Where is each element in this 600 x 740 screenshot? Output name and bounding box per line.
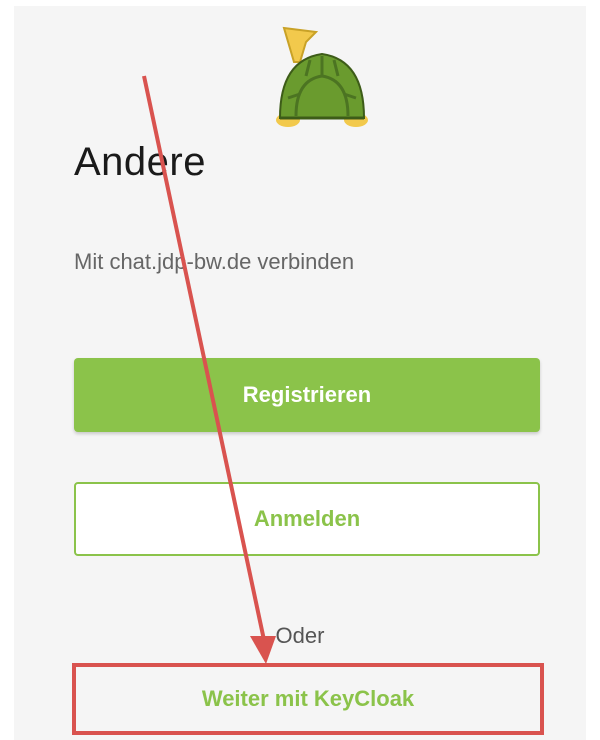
page-title: Andere bbox=[74, 140, 206, 184]
keycloak-button[interactable]: Weiter mit KeyCloak bbox=[72, 663, 544, 735]
app-screen: Andere Mit chat.jdp-bw.de verbinden Regi… bbox=[14, 6, 586, 740]
or-separator: Oder bbox=[275, 623, 325, 648]
register-button[interactable]: Registrieren bbox=[74, 358, 540, 432]
turtle-logo-icon bbox=[276, 26, 368, 127]
login-button[interactable]: Anmelden bbox=[74, 482, 540, 556]
server-subtitle: Mit chat.jdp-bw.de verbinden bbox=[74, 249, 355, 274]
